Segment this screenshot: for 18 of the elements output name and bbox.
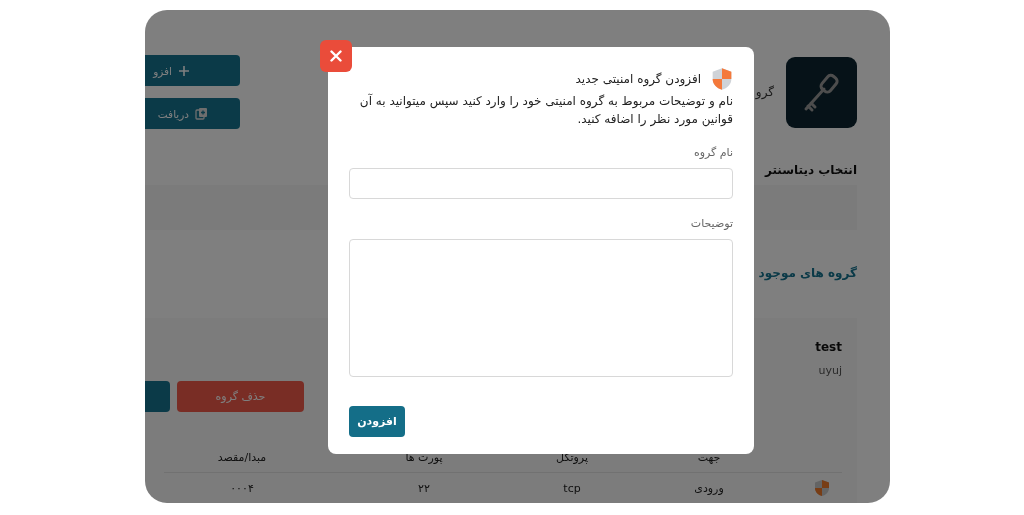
group-name: test [814, 340, 842, 354]
table-cell-text: ورودی [693, 480, 725, 497]
delete-group-button[interactable]: حذف گروه [177, 381, 304, 412]
card-title: گرو [755, 85, 774, 99]
field-label: نام گروه [692, 146, 733, 159]
group-description: uyuj [817, 364, 842, 377]
column-header: مبدا/مقصد [164, 442, 320, 473]
action-button[interactable]: افزو [145, 55, 240, 86]
table-cell-text: ۲۲ [417, 480, 431, 497]
add-button[interactable]: افزودن [349, 406, 405, 437]
field-label: توضیحات [689, 217, 733, 230]
table-cell-text: tcp [562, 480, 582, 497]
datacenter-heading: انتخاب دیتاسنتر [763, 163, 857, 177]
action-button[interactable]: دریافت [145, 98, 240, 129]
groups-heading: گروه های موجود [757, 266, 857, 280]
dialog-title: افزودن گروه امنیتی جدید [575, 72, 701, 86]
table-cell-text: ۰۰۰۴ [229, 480, 255, 497]
dialog-description: نام و توضیحات مربوط به گروه امنیتی خود را وارد کنید سپس میتوانید به آن قوانین مورد نظر را اضافه کنید. [358, 92, 733, 128]
